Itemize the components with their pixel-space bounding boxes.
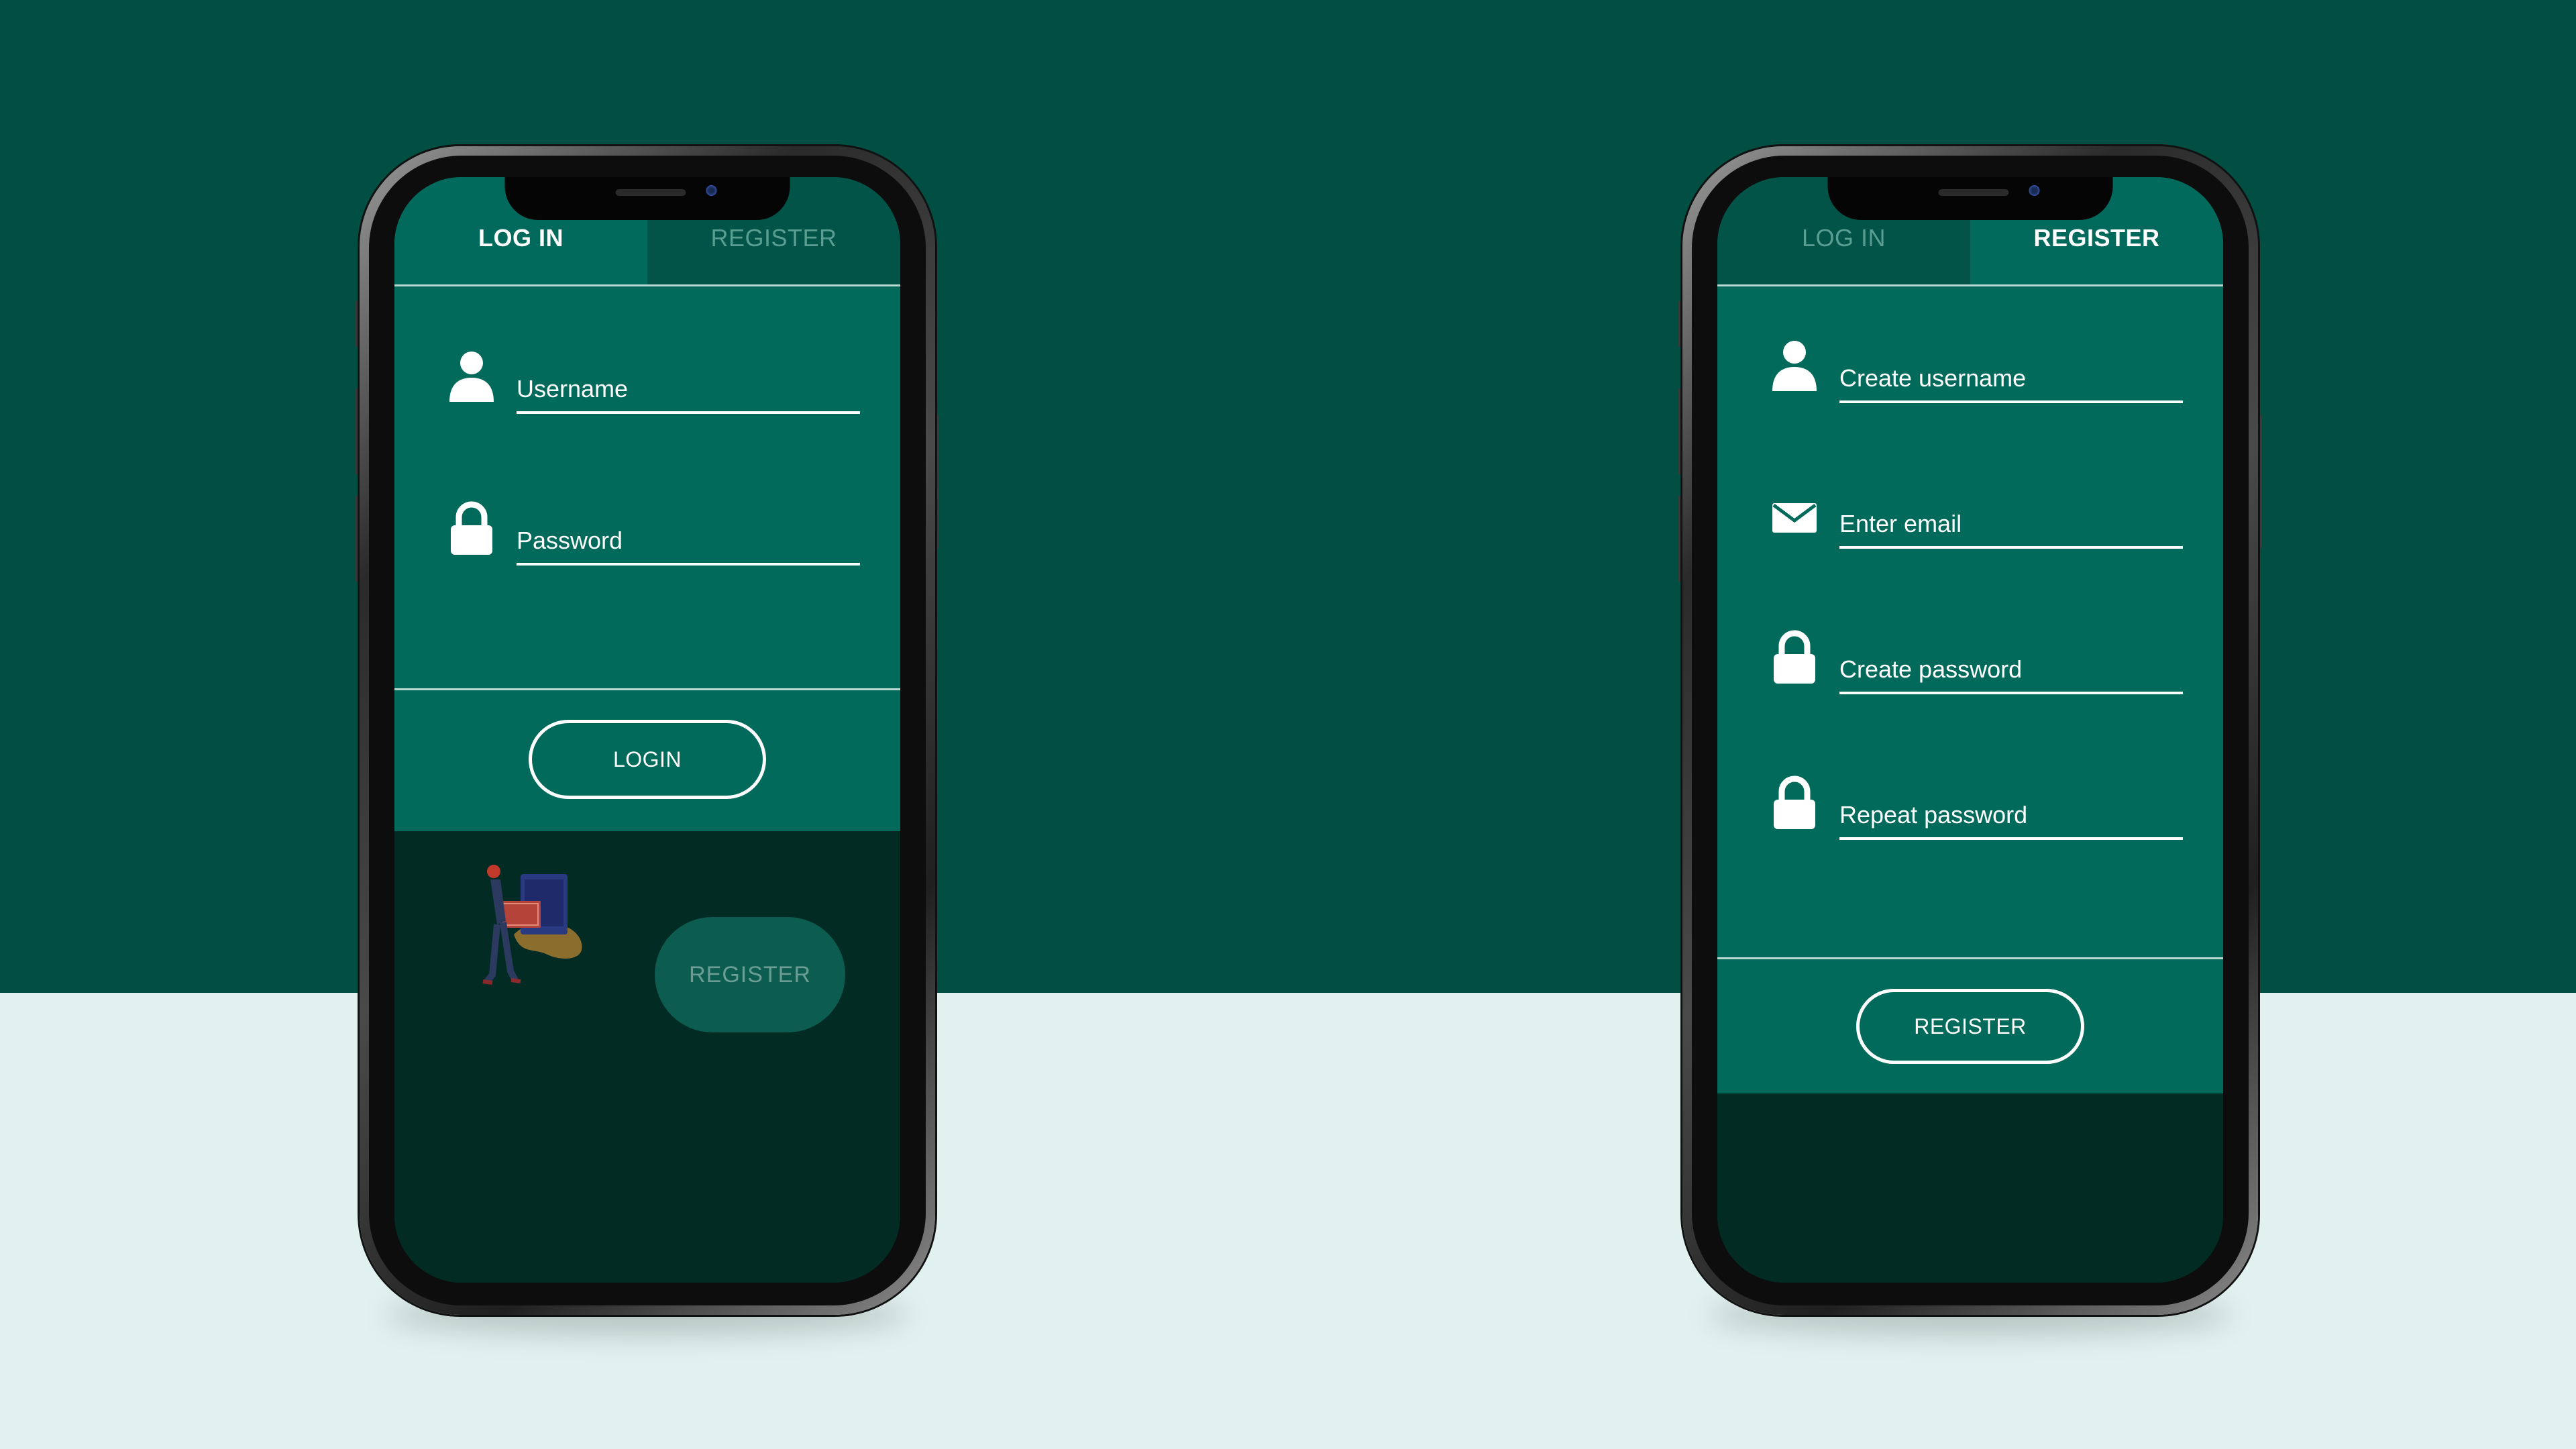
lock-icon	[451, 501, 492, 555]
camera-icon	[706, 185, 717, 196]
register-form	[1717, 286, 2223, 957]
phone-register: LOG IN REGISTER Create username Enter em…	[1678, 146, 2262, 1335]
mail-icon	[1772, 503, 1817, 533]
register-screen: LOG IN REGISTER Create username Enter em…	[1717, 177, 2223, 1283]
create-username-field-group	[1771, 329, 2186, 403]
login-button[interactable]: LOGIN	[529, 720, 766, 799]
login-button-panel: LOGIN	[394, 690, 900, 831]
create-password-input[interactable]	[1839, 647, 2183, 694]
create-username-input[interactable]	[1839, 356, 2183, 403]
empty-dark-area	[1717, 1093, 2223, 1283]
lock-icon	[1774, 775, 1815, 829]
camera-icon	[2029, 185, 2040, 196]
login-form	[394, 286, 900, 688]
user-icon	[1772, 341, 1817, 391]
notch	[1827, 177, 2113, 220]
lock-icon	[1774, 630, 1815, 684]
username-field-group	[448, 340, 863, 414]
password-input[interactable]	[517, 519, 860, 566]
register-button[interactable]: REGISTER	[1856, 989, 2084, 1064]
email-input[interactable]	[1839, 502, 2183, 549]
repeat-password-input[interactable]	[1839, 793, 2183, 840]
email-field-group	[1771, 475, 2186, 549]
phone-login: LOG IN REGISTER LOGIN	[356, 146, 939, 1335]
notch	[504, 177, 790, 220]
repeat-password-field-group	[1771, 766, 2186, 840]
register-promo-area: REGISTER	[394, 831, 900, 1283]
login-screen: LOG IN REGISTER LOGIN	[394, 177, 900, 1283]
user-icon	[449, 352, 494, 402]
create-password-field-group	[1771, 621, 2186, 694]
speaker	[1938, 189, 2009, 196]
register-pill-button[interactable]: REGISTER	[655, 917, 845, 1032]
username-input[interactable]	[517, 367, 860, 414]
password-field-group	[448, 492, 863, 566]
person-with-boxes-illustration	[482, 865, 582, 985]
register-button-panel: REGISTER	[1717, 959, 2223, 1093]
speaker	[615, 189, 686, 196]
